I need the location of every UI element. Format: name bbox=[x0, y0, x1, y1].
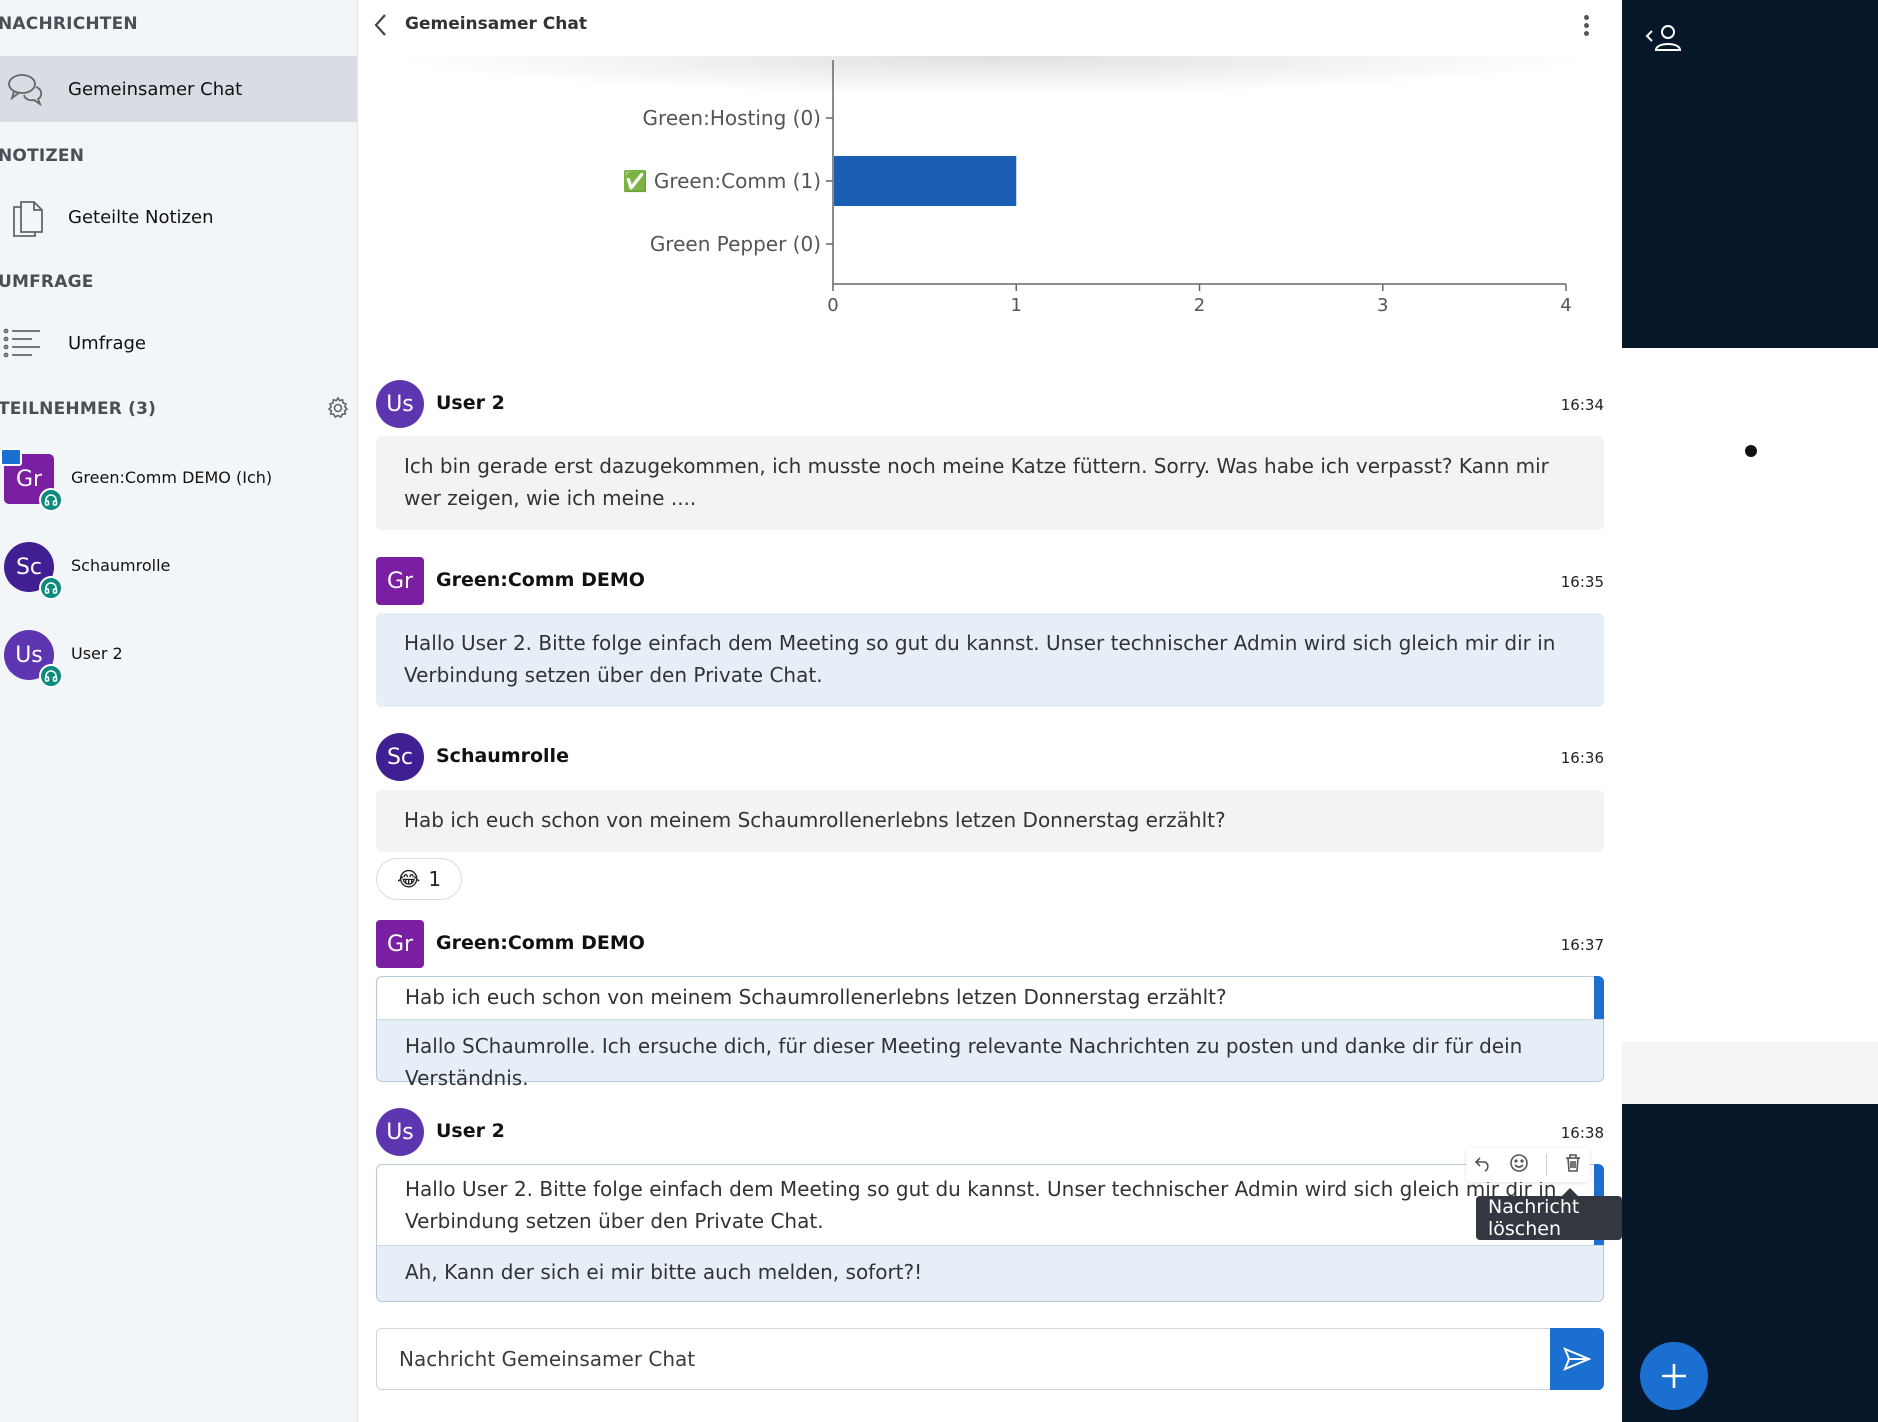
user-name: Schaumrolle bbox=[71, 556, 171, 575]
user-list-item[interactable]: Gr Green:Comm DEMO (Ich) bbox=[0, 444, 357, 518]
headset-icon bbox=[39, 664, 63, 688]
toolbar-separator bbox=[1545, 1154, 1547, 1176]
more-options-icon[interactable] bbox=[1578, 12, 1594, 40]
message-time: 16:36 bbox=[1560, 749, 1604, 767]
avatar: Gr bbox=[376, 557, 424, 605]
message-time: 16:38 bbox=[1560, 1124, 1604, 1142]
user-list-item[interactable]: Sc Schaumrolle bbox=[0, 532, 357, 606]
emoji-reaction[interactable]: 😂 1 bbox=[376, 858, 462, 900]
reaction-count: 1 bbox=[428, 867, 442, 891]
category-label: Green:Hosting (0) bbox=[643, 106, 821, 130]
cursor-dot bbox=[1745, 445, 1757, 457]
headset-icon bbox=[39, 488, 63, 512]
delete-tooltip: Nachricht löschen bbox=[1476, 1188, 1622, 1240]
message-author: Schaumrolle bbox=[436, 745, 569, 767]
message-time: 16:37 bbox=[1560, 936, 1604, 954]
headset-icon bbox=[39, 576, 63, 600]
message-author: User 2 bbox=[436, 1120, 505, 1142]
message-author: Green:Comm DEMO bbox=[436, 932, 645, 954]
user-name: User 2 bbox=[71, 644, 123, 663]
bar bbox=[834, 156, 1017, 206]
x-tick-label: 2 bbox=[1194, 295, 1205, 316]
message-header: Us User 2 16:34 bbox=[376, 380, 1604, 430]
chat-bubbles-icon bbox=[6, 69, 46, 109]
message-text: Hallo SChaumrolle. Ich ersuche dich, für… bbox=[405, 1034, 1523, 1090]
public-chat-label: Gemeinsamer Chat bbox=[68, 78, 243, 100]
avatar: Us bbox=[376, 1108, 424, 1156]
user-name: Green:Comm DEMO (Ich) bbox=[71, 468, 273, 487]
message-header: Gr Green:Comm DEMO 16:35 bbox=[376, 557, 1604, 607]
send-button[interactable] bbox=[1550, 1328, 1604, 1390]
sidebar-item-shared-notes[interactable]: Geteilte Notizen bbox=[0, 184, 357, 250]
notes-section-title: NOTIZEN bbox=[0, 146, 85, 166]
laughing-emoji-icon: 😂 bbox=[396, 867, 421, 891]
message-header: Gr Green:Comm DEMO 16:37 bbox=[376, 920, 1604, 970]
chat-header: Gemeinsamer Chat bbox=[358, 0, 1622, 50]
quoted-text: Hallo User 2. Bitte folge einfach dem Me… bbox=[405, 1177, 1557, 1233]
sidebar: NACHRICHTEN Gemeinsamer Chat NOTIZEN Get… bbox=[0, 0, 358, 1422]
shared-notes-label: Geteilte Notizen bbox=[68, 206, 214, 228]
add-button[interactable] bbox=[1640, 1342, 1708, 1410]
quoted-text: Hab ich euch schon von meinem Schaumroll… bbox=[405, 985, 1227, 1009]
emoji-icon[interactable] bbox=[1509, 1153, 1529, 1177]
presentation-area bbox=[1622, 0, 1878, 1422]
quoted-message[interactable]: Hab ich euch schon von meinem Schaumroll… bbox=[377, 976, 1604, 1020]
user-list-item[interactable]: Us User 2 bbox=[0, 620, 357, 694]
poll-section-title: UMFRAGE bbox=[0, 272, 94, 292]
message-author: User 2 bbox=[436, 392, 505, 414]
quoted-message[interactable]: Hallo User 2. Bitte folge einfach dem Me… bbox=[377, 1164, 1604, 1246]
poll-label: Umfrage bbox=[68, 332, 146, 354]
message-bubble: Hab ich euch schon von meinem Schaumroll… bbox=[376, 976, 1604, 1090]
message-author: Green:Comm DEMO bbox=[436, 569, 645, 591]
message-time: 16:35 bbox=[1560, 573, 1604, 591]
avatar: Sc bbox=[376, 733, 424, 781]
message-toolbar bbox=[1466, 1148, 1590, 1182]
avatar: Us bbox=[376, 380, 424, 428]
message-bubble: Hab ich euch schon von meinem Schaumroll… bbox=[376, 790, 1604, 852]
category-label: Green Pepper (0) bbox=[650, 232, 821, 256]
avatar: Gr bbox=[376, 920, 424, 968]
chat-title: Gemeinsamer Chat bbox=[405, 14, 587, 34]
message-header: Sc Schaumrolle 16:36 bbox=[376, 733, 1604, 783]
gear-icon[interactable] bbox=[326, 396, 350, 420]
list-icon bbox=[2, 323, 42, 363]
message-header: Us User 2 16:38 bbox=[376, 1108, 1604, 1158]
send-icon bbox=[1563, 1347, 1591, 1371]
messages-section-title: NACHRICHTEN bbox=[0, 14, 138, 34]
presenter-icon bbox=[0, 448, 22, 466]
poll-result-chart: 0 1 2 3 4 Green:Hosting (0) ✅ Green:Comm (1) Gr… bbox=[623, 60, 1572, 316]
chat-panel: Gemeinsamer Chat 0 1 2 3 4 Green:Hosting (0) ✅… bbox=[358, 0, 1622, 1422]
x-tick-label: 0 bbox=[827, 295, 838, 316]
documents-icon bbox=[8, 197, 48, 237]
x-tick-label: 4 bbox=[1560, 295, 1571, 316]
sidebar-item-poll[interactable]: Umfrage bbox=[0, 310, 357, 376]
participants-section-title: TEILNEHMER (3) bbox=[0, 399, 157, 419]
message-composer bbox=[376, 1328, 1604, 1390]
message-input[interactable] bbox=[377, 1329, 1551, 1389]
message-bubble: Hallo User 2. Bitte folge einfach dem Me… bbox=[376, 1164, 1604, 1302]
x-tick-label: 1 bbox=[1011, 295, 1022, 316]
user-list-toggle-icon[interactable] bbox=[1642, 22, 1686, 54]
x-tick-label: 3 bbox=[1377, 295, 1388, 316]
message-text: Ah, Kann der sich ei mir bitte auch meld… bbox=[405, 1260, 923, 1284]
reply-icon[interactable] bbox=[1474, 1154, 1492, 1176]
trash-icon[interactable] bbox=[1564, 1153, 1582, 1177]
quote-bar bbox=[1594, 976, 1604, 1019]
message-time: 16:34 bbox=[1560, 396, 1604, 414]
sidebar-item-public-chat[interactable]: Gemeinsamer Chat bbox=[0, 56, 357, 122]
message-bubble: Ich bin gerade erst dazugekommen, ich mu… bbox=[376, 436, 1604, 530]
plus-icon bbox=[1662, 1364, 1686, 1388]
message-bubble: Hallo User 2. Bitte folge einfach dem Me… bbox=[376, 613, 1604, 707]
category-label: ✅ Green:Comm (1) bbox=[623, 169, 821, 193]
divider-strip bbox=[1622, 1042, 1878, 1104]
chevron-left-icon[interactable] bbox=[372, 12, 390, 38]
